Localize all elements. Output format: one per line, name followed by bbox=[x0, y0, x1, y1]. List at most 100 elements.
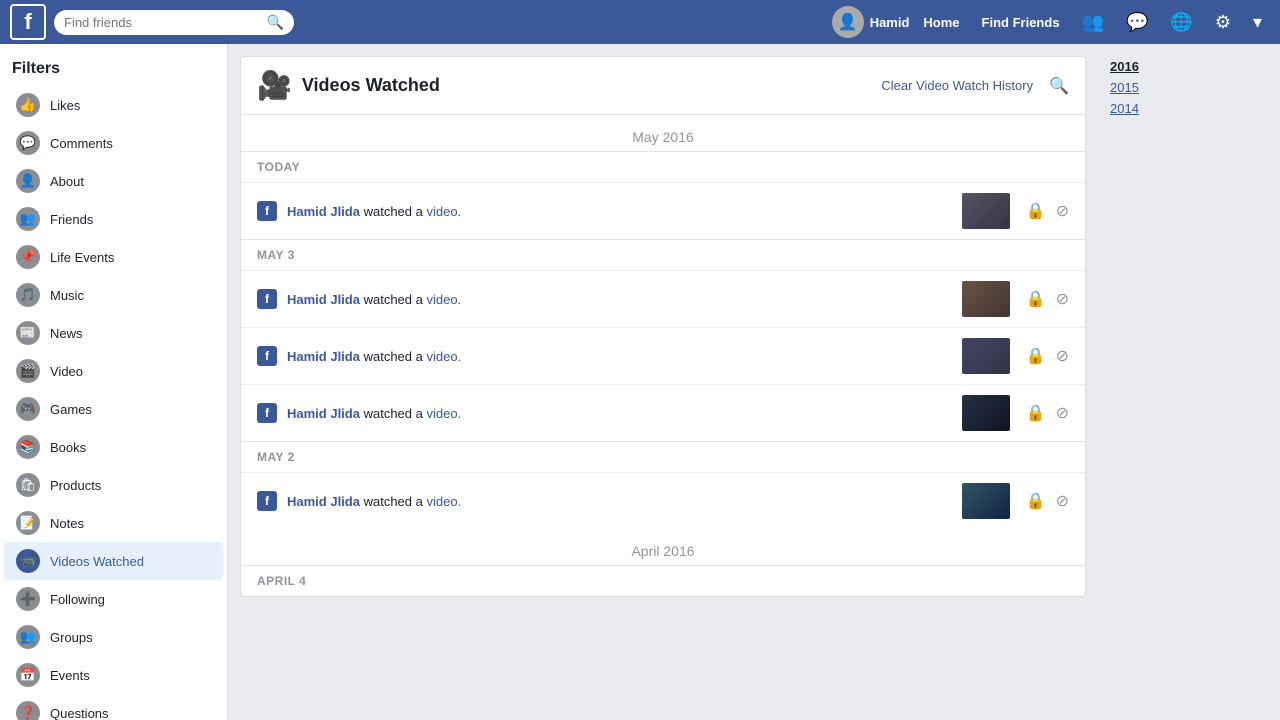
sidebar-label-products: Products bbox=[50, 478, 101, 493]
day-header-0-0: TODAY bbox=[241, 151, 1085, 182]
remove-icon[interactable]: ⊘ bbox=[1056, 289, 1069, 309]
video-thumbnail[interactable] bbox=[962, 395, 1010, 431]
sidebar-item-questions[interactable]: ❓ Questions bbox=[4, 694, 223, 720]
sidebar-label-life-events: Life Events bbox=[50, 250, 114, 265]
user-link[interactable]: Hamid Jlida bbox=[287, 494, 360, 509]
user-link[interactable]: Hamid Jlida bbox=[287, 406, 360, 421]
video-link[interactable]: video. bbox=[426, 204, 461, 219]
friends-icon[interactable]: 👥 bbox=[1074, 8, 1112, 37]
action-text: watched a bbox=[364, 494, 427, 509]
videos-watched-header: 🎥 Videos Watched Clear Video Watch Histo… bbox=[241, 57, 1085, 115]
likes-icon: 👍 bbox=[16, 93, 40, 117]
find-friends-link[interactable]: Find Friends bbox=[974, 11, 1068, 34]
home-link[interactable]: Home bbox=[915, 11, 967, 34]
lock-icon[interactable]: 🔒 bbox=[1026, 491, 1046, 511]
video-thumbnail[interactable] bbox=[962, 483, 1010, 519]
page-title: Videos Watched bbox=[302, 75, 873, 96]
sidebar-item-products[interactable]: 🛍 Products bbox=[4, 466, 223, 504]
sidebar-label-friends: Friends bbox=[50, 212, 93, 227]
fb-icon: f bbox=[257, 403, 277, 423]
comments-icon: 💬 bbox=[16, 131, 40, 155]
sidebar-label-likes: Likes bbox=[50, 98, 80, 113]
video-link[interactable]: video. bbox=[426, 349, 461, 364]
search-input[interactable] bbox=[64, 15, 263, 30]
sidebar-item-life-events[interactable]: 📌 Life Events bbox=[4, 238, 223, 276]
globe-icon[interactable]: 🌐 bbox=[1162, 8, 1200, 37]
user-link[interactable]: Hamid Jlida bbox=[287, 292, 360, 307]
sidebar-item-music[interactable]: 🎵 Music bbox=[4, 276, 223, 314]
products-icon: 🛍 bbox=[16, 473, 40, 497]
sidebar-label-notes: Notes bbox=[50, 516, 84, 531]
sidebar-item-groups[interactable]: 👥 Groups bbox=[4, 618, 223, 656]
video-link[interactable]: video. bbox=[426, 406, 461, 421]
sidebar-item-notes[interactable]: 📝 Notes bbox=[4, 504, 223, 542]
messages-icon[interactable]: 💬 bbox=[1118, 8, 1156, 37]
nav-user-profile[interactable]: 👤 Hamid bbox=[832, 6, 910, 38]
lock-icon[interactable]: 🔒 bbox=[1026, 201, 1046, 221]
following-icon: ➕ bbox=[16, 587, 40, 611]
day-header-1-0: APRIL 4 bbox=[241, 565, 1085, 596]
video-thumbnail[interactable] bbox=[962, 193, 1010, 229]
video-action-icons: 🔒 ⊘ bbox=[1026, 403, 1069, 423]
sidebar-item-games[interactable]: 🎮 Games bbox=[4, 390, 223, 428]
questions-icon: ❓ bbox=[16, 701, 40, 720]
video-action-icons: 🔒 ⊘ bbox=[1026, 346, 1069, 366]
life-events-icon: 📌 bbox=[16, 245, 40, 269]
sidebar-item-books[interactable]: 📚 Books bbox=[4, 428, 223, 466]
search-history-icon[interactable]: 🔍 bbox=[1049, 76, 1069, 96]
year-item-2015[interactable]: 2015 bbox=[1106, 77, 1160, 98]
year-item-2014[interactable]: 2014 bbox=[1106, 98, 1160, 119]
chevron-down-icon[interactable]: ▾ bbox=[1245, 8, 1270, 37]
sidebar-label-videos-watched: Videos Watched bbox=[50, 554, 144, 569]
sidebar-label-news: News bbox=[50, 326, 83, 341]
video-text: Hamid Jlida watched a video. bbox=[287, 292, 946, 307]
lock-icon[interactable]: 🔒 bbox=[1026, 346, 1046, 366]
books-icon: 📚 bbox=[16, 435, 40, 459]
page-wrapper: Filters 👍 Likes 💬 Comments 👤 About 👥 Fri… bbox=[0, 44, 1280, 720]
remove-icon[interactable]: ⊘ bbox=[1056, 491, 1069, 511]
sidebar-item-events[interactable]: 📅 Events bbox=[4, 656, 223, 694]
video-text: Hamid Jlida watched a video. bbox=[287, 406, 946, 421]
sidebar-label-video: Video bbox=[50, 364, 83, 379]
video-link[interactable]: video. bbox=[426, 494, 461, 509]
videos-watched-icon: 🎥 bbox=[257, 69, 292, 102]
friends-icon: 👥 bbox=[16, 207, 40, 231]
sidebar-item-friends[interactable]: 👥 Friends bbox=[4, 200, 223, 238]
remove-icon[interactable]: ⊘ bbox=[1056, 403, 1069, 423]
sidebar-item-videos-watched[interactable]: 📹 Videos Watched bbox=[4, 542, 223, 580]
video-thumbnail[interactable] bbox=[962, 281, 1010, 317]
day-header-0-2: MAY 2 bbox=[241, 441, 1085, 472]
sidebar-item-video[interactable]: 🎬 Video bbox=[4, 352, 223, 390]
sidebar-label-groups: Groups bbox=[50, 630, 93, 645]
sidebar-item-news[interactable]: 📰 News bbox=[4, 314, 223, 352]
lock-icon[interactable]: 🔒 bbox=[1026, 403, 1046, 423]
avatar: 👤 bbox=[832, 6, 864, 38]
remove-icon[interactable]: ⊘ bbox=[1056, 346, 1069, 366]
topnav-right: 👤 Hamid Home Find Friends 👥 💬 🌐 ⚙ ▾ bbox=[832, 6, 1270, 38]
sidebar-item-likes[interactable]: 👍 Likes bbox=[4, 86, 223, 124]
sidebar-item-following[interactable]: ➕ Following bbox=[4, 580, 223, 618]
sidebar-header: Filters bbox=[0, 56, 227, 86]
sidebar-item-comments[interactable]: 💬 Comments bbox=[4, 124, 223, 162]
video-entry: f Hamid Jlida watched a video. 🔒 ⊘ bbox=[241, 182, 1085, 239]
user-link[interactable]: Hamid Jlida bbox=[287, 204, 360, 219]
month-label-0: May 2016 bbox=[241, 115, 1085, 151]
video-link[interactable]: video. bbox=[426, 292, 461, 307]
remove-icon[interactable]: ⊘ bbox=[1056, 201, 1069, 221]
clear-history-button[interactable]: Clear Video Watch History bbox=[873, 74, 1041, 97]
sidebar-label-books: Books bbox=[50, 440, 86, 455]
left-sidebar: Filters 👍 Likes 💬 Comments 👤 About 👥 Fri… bbox=[0, 44, 228, 720]
user-name-label: Hamid bbox=[870, 15, 910, 30]
user-link[interactable]: Hamid Jlida bbox=[287, 349, 360, 364]
videos-watched-card: 🎥 Videos Watched Clear Video Watch Histo… bbox=[240, 56, 1086, 597]
action-text: watched a bbox=[364, 204, 427, 219]
search-icon[interactable]: 🔍 bbox=[267, 14, 284, 31]
video-thumbnail[interactable] bbox=[962, 338, 1010, 374]
year-item-2016[interactable]: 2016 bbox=[1106, 56, 1160, 77]
sidebar-label-games: Games bbox=[50, 402, 92, 417]
sidebar-item-about[interactable]: 👤 About bbox=[4, 162, 223, 200]
fb-icon: f bbox=[257, 491, 277, 511]
settings-icon[interactable]: ⚙ bbox=[1207, 8, 1239, 37]
facebook-logo[interactable]: f bbox=[10, 4, 46, 40]
lock-icon[interactable]: 🔒 bbox=[1026, 289, 1046, 309]
